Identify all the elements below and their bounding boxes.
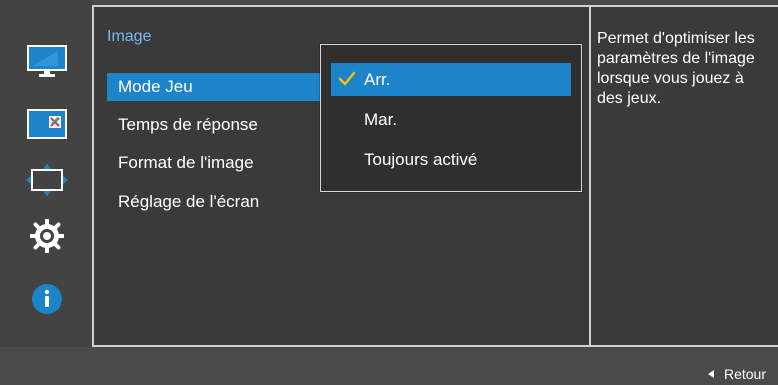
return-button[interactable]: Retour — [707, 366, 766, 382]
footer: Retour — [0, 347, 778, 385]
panel-title: Image — [107, 28, 152, 45]
osd-window: Image Mode Jeu Temps de réponse Format d… — [0, 0, 778, 385]
menu-item-label: Format de l'image — [118, 153, 254, 172]
info-icon[interactable] — [20, 279, 74, 319]
monitor-icon[interactable] — [20, 42, 74, 82]
menu-item-label: Mode Jeu — [118, 77, 193, 96]
description-text: Permet d'optimiser les paramètres de l'i… — [597, 30, 755, 107]
dropdown-option-always-on[interactable]: Toujours activé — [331, 143, 571, 176]
game-mode-dropdown: Arr. Mar. Toujours activé — [320, 44, 582, 192]
triangle-left-icon — [707, 370, 714, 378]
dropdown-option-label: Mar. — [364, 110, 398, 129]
position-icon[interactable] — [20, 160, 74, 200]
left-rail — [0, 0, 92, 347]
menu-item-label: Temps de réponse — [118, 115, 258, 134]
dropdown-option-label: Arr. — [364, 70, 391, 89]
menu-item-game-mode[interactable]: Mode Jeu — [107, 73, 337, 101]
dropdown-option-label: Toujours activé — [364, 150, 478, 169]
description-panel: Permet d'optimiser les paramètres de l'i… — [591, 5, 778, 347]
menu-item-label: Réglage de l'écran — [118, 192, 260, 211]
image-size-icon[interactable] — [20, 104, 74, 144]
return-label: Retour — [723, 366, 766, 382]
menu-item-picture-format[interactable]: Format de l'image — [107, 149, 303, 177]
menu-item-screen-adjustment[interactable]: Réglage de l'écran — [107, 188, 303, 216]
dropdown-option-on[interactable]: Mar. — [331, 103, 571, 136]
checkmark-icon — [338, 71, 356, 86]
menu-item-response-time[interactable]: Temps de réponse — [107, 111, 303, 139]
settings-icon[interactable] — [20, 216, 74, 256]
dropdown-option-off[interactable]: Arr. — [331, 63, 571, 96]
